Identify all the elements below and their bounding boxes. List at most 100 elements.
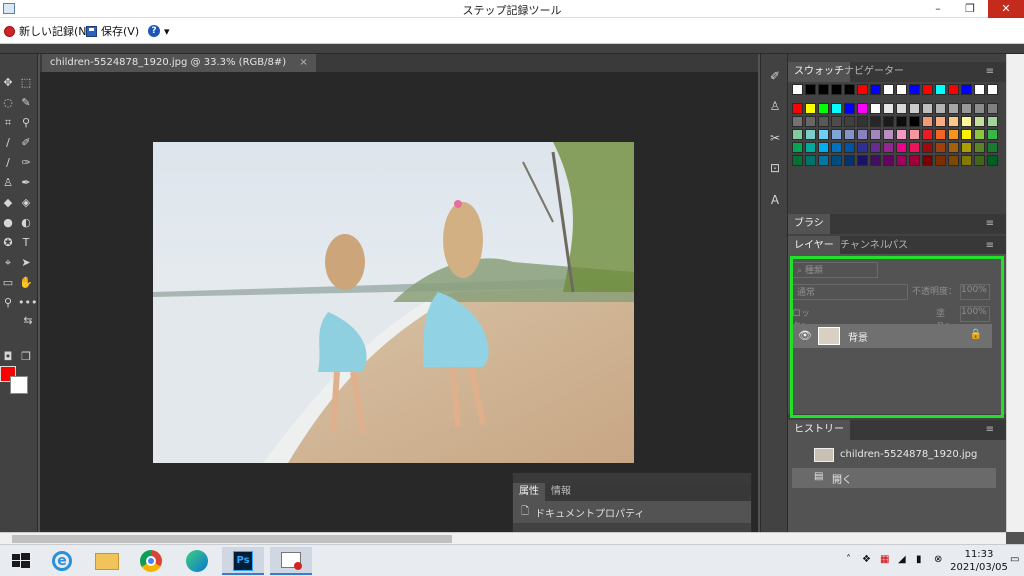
minimize-button[interactable]: – <box>924 0 952 18</box>
glyphs-icon[interactable]: ⊡ <box>767 160 783 176</box>
steps-recorder-taskbar-icon[interactable] <box>270 547 312 575</box>
swatch[interactable] <box>818 103 829 114</box>
swatch[interactable] <box>792 155 803 166</box>
bucket-tool-icon[interactable]: ◈ <box>18 196 34 210</box>
swatch[interactable] <box>805 129 816 140</box>
swatch[interactable] <box>935 103 946 114</box>
healing-tool-icon[interactable]: ∕ <box>0 136 16 150</box>
swatch[interactable] <box>883 129 894 140</box>
swatch[interactable] <box>922 142 933 153</box>
path-select-icon[interactable]: ⌖ <box>0 256 16 270</box>
swatch[interactable] <box>974 155 985 166</box>
crop-tool-icon[interactable]: ⌗ <box>0 116 16 130</box>
swatch[interactable] <box>909 155 920 166</box>
swatch[interactable] <box>870 129 881 140</box>
explorer-taskbar-icon[interactable] <box>86 547 128 575</box>
history-menu-icon[interactable]: ≡ <box>980 420 1000 440</box>
swatch[interactable] <box>909 103 920 114</box>
swatch[interactable] <box>987 84 998 95</box>
swatch[interactable] <box>896 142 907 153</box>
swatch[interactable] <box>818 116 829 127</box>
wifi-tray-icon[interactable]: ◢ <box>898 554 906 576</box>
swatch[interactable] <box>831 155 842 166</box>
document-image[interactable] <box>153 142 634 463</box>
document-tab[interactable]: children-5524878_1920.jpg @ 33.3% (RGB/8… <box>42 54 316 72</box>
direct-select-icon[interactable]: ➤ <box>18 256 34 270</box>
eyedropper-tool-icon[interactable]: ⚲ <box>18 116 34 130</box>
swatch[interactable] <box>896 116 907 127</box>
move-tool-icon[interactable]: ✥ <box>0 76 16 90</box>
stamp-tool-icon[interactable]: ♙ <box>0 176 16 190</box>
swatch[interactable] <box>987 142 998 153</box>
history-brush-icon[interactable]: ✒ <box>18 176 34 190</box>
swatch[interactable] <box>844 155 855 166</box>
swatch[interactable] <box>987 155 998 166</box>
tab-brush[interactable]: ブラシ <box>788 214 830 234</box>
battery-tray-icon[interactable]: ▮ <box>916 554 922 576</box>
swatch[interactable] <box>818 129 829 140</box>
pencil-tool-icon[interactable]: ∕ <box>0 156 16 170</box>
swatch[interactable] <box>935 155 946 166</box>
swatch[interactable] <box>870 142 881 153</box>
swatch[interactable] <box>948 142 959 153</box>
swatch[interactable] <box>974 116 985 127</box>
swatch[interactable] <box>857 129 868 140</box>
horizontal-scrollbar[interactable] <box>0 532 1006 544</box>
blur-tool-icon[interactable]: ● <box>0 216 16 230</box>
type-tool-icon[interactable]: T <box>18 236 34 250</box>
swatch[interactable] <box>987 103 998 114</box>
swatch[interactable] <box>961 129 972 140</box>
swatch[interactable] <box>831 84 842 95</box>
swatch[interactable] <box>961 155 972 166</box>
swatch[interactable] <box>922 84 933 95</box>
help-button[interactable]: ? ▾ <box>148 23 170 39</box>
swap-colors-icon[interactable]: ⇆ <box>20 314 36 328</box>
quick-mask-icon[interactable]: ◘ <box>0 350 16 364</box>
history-item[interactable]: ▤ 開く <box>792 468 996 488</box>
screen-mode-icon[interactable]: ❐ <box>18 350 34 364</box>
start-button[interactable] <box>0 547 42 575</box>
swatch[interactable] <box>831 129 842 140</box>
swatch[interactable] <box>844 142 855 153</box>
swatch[interactable] <box>805 116 816 127</box>
swatch[interactable] <box>857 84 868 95</box>
swatch[interactable] <box>948 155 959 166</box>
chrome-taskbar-icon[interactable] <box>130 547 172 575</box>
swatch[interactable] <box>805 142 816 153</box>
close-button[interactable]: ✕ <box>988 0 1024 18</box>
swatch[interactable] <box>909 84 920 95</box>
marquee-tool-icon[interactable]: ⬚ <box>18 76 34 90</box>
notification-icon[interactable]: ▭ <box>1010 554 1019 576</box>
swatch[interactable] <box>935 142 946 153</box>
swatch[interactable] <box>818 142 829 153</box>
swatch[interactable] <box>857 142 868 153</box>
character-icon[interactable]: A <box>767 192 783 208</box>
history-item[interactable]: children-5524878_1920.jpg <box>792 446 996 466</box>
pen-tool-icon[interactable]: ✪ <box>0 236 16 250</box>
swatch[interactable] <box>922 129 933 140</box>
close-icon[interactable]: × <box>299 57 307 68</box>
swatch[interactable] <box>818 155 829 166</box>
swatch[interactable] <box>831 116 842 127</box>
swatch[interactable] <box>909 142 920 153</box>
tab-history[interactable]: ヒストリー <box>788 420 850 440</box>
swatch[interactable] <box>974 84 985 95</box>
swatch[interactable] <box>870 84 881 95</box>
vertical-scrollbar[interactable] <box>1006 54 1024 532</box>
swatch[interactable] <box>857 103 868 114</box>
network-tray-icon[interactable]: ▦ <box>880 554 889 576</box>
swatch[interactable] <box>922 155 933 166</box>
swatch[interactable] <box>974 142 985 153</box>
swatch[interactable] <box>883 142 894 153</box>
swatch[interactable] <box>792 129 803 140</box>
swatch[interactable] <box>896 155 907 166</box>
eraser-tool-icon[interactable]: ◆ <box>0 196 16 210</box>
swatch[interactable] <box>883 155 894 166</box>
dodge-tool-icon[interactable]: ◐ <box>18 216 34 230</box>
swatch[interactable] <box>870 155 881 166</box>
swatch[interactable] <box>844 84 855 95</box>
swatch[interactable] <box>805 84 816 95</box>
tab-properties[interactable]: 属性 <box>513 483 545 501</box>
shape-tool-icon[interactable]: ▭ <box>0 276 16 290</box>
swatch[interactable] <box>883 103 894 114</box>
